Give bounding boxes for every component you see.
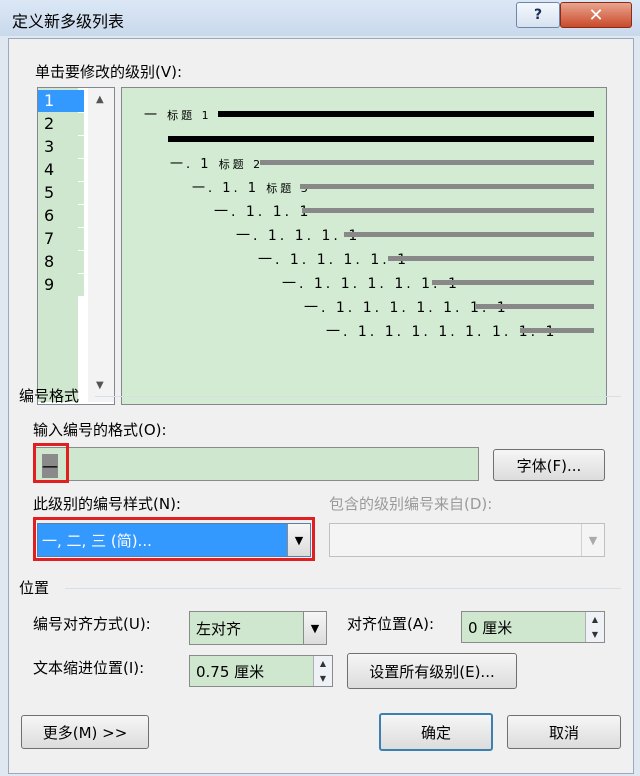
levels-label: 单击要修改的级别(V): — [35, 63, 183, 81]
level-item[interactable]: 3 — [38, 136, 84, 158]
level-item[interactable]: 8 — [38, 251, 84, 273]
preview-number: 一. 1 — [170, 157, 212, 172]
chevron-down-icon[interactable]: ▼ — [303, 612, 326, 644]
level-item[interactable]: 6 — [38, 205, 84, 227]
spin-up-icon[interactable]: ▲ — [314, 656, 332, 671]
section-divider — [65, 588, 621, 589]
preview-row-1: 一 标题 1 — [144, 104, 212, 123]
ok-button[interactable]: 确定 — [379, 713, 493, 751]
preview-row-6: 一. 1. 1. 1. 1. 1 — [258, 252, 410, 268]
dialog-title: 定义新多级列表 — [12, 12, 125, 31]
set-all-levels-button[interactable]: 设置所有级别(E)... — [347, 653, 517, 689]
level-item[interactable]: 9 — [38, 274, 84, 296]
level-item[interactable]: 5 — [38, 182, 84, 204]
align-at-value: 0 厘米 — [468, 619, 513, 637]
preview-row-2: 一. 1 标题 2 — [170, 153, 263, 172]
title-bar: 定义新多级列表 ? ✕ — [0, 0, 640, 36]
preview-bar — [300, 184, 594, 189]
preview-style: 标题 2 — [218, 158, 264, 171]
align-label: 编号对齐方式(U): — [33, 615, 151, 633]
help-button[interactable]: ? — [516, 2, 560, 28]
dialog-body: 单击要修改的级别(V): 1 2 3 4 5 6 7 8 9 ▲ ▼ 一 标题 … — [8, 38, 634, 774]
level-item[interactable]: 2 — [38, 113, 84, 135]
preview-row-3: 一. 1. 1 标题 3 — [192, 177, 311, 196]
preview-bar — [344, 232, 594, 237]
align-select[interactable]: 左对齐 ▼ — [189, 611, 327, 645]
highlight-box — [33, 517, 315, 561]
include-level-select[interactable]: ▼ — [329, 523, 605, 557]
preview-pane: 一 标题 1 一. 1 标题 2 一. 1. 1 标题 3 一. 1. 1. 1… — [121, 87, 607, 405]
section-divider — [95, 396, 621, 397]
preview-row-5: 一. 1. 1. 1. 1 — [236, 228, 361, 244]
number-format-input[interactable]: 一 — [35, 447, 479, 481]
indent-spinner[interactable]: ▲ ▼ — [313, 656, 332, 686]
preview-bar — [302, 208, 594, 213]
font-button[interactable]: 字体(F)... — [493, 449, 605, 481]
preview-bar — [520, 328, 594, 333]
align-at-input[interactable]: 0 厘米 ▲ ▼ — [461, 611, 605, 643]
levels-scrollbar[interactable]: ▲ ▼ — [88, 88, 114, 402]
preview-bar — [432, 280, 594, 285]
spin-up-icon[interactable]: ▲ — [586, 612, 604, 627]
chevron-down-icon: ▼ — [581, 524, 604, 556]
indent-label: 文本缩进位置(I): — [33, 659, 145, 677]
preview-bar — [218, 111, 594, 117]
preview-row-4: 一. 1. 1. 1 — [214, 204, 312, 220]
close-button[interactable]: ✕ — [560, 2, 632, 28]
preview-bar — [260, 160, 594, 165]
preview-bar — [168, 136, 594, 142]
highlight-box — [33, 443, 69, 483]
indent-input[interactable]: 0.75 厘米 ▲ ▼ — [189, 655, 333, 687]
cancel-button[interactable]: 取消 — [507, 715, 621, 749]
scroll-up-icon[interactable]: ▲ — [96, 94, 104, 105]
position-section-label: 位置 — [19, 579, 50, 597]
number-format-input-label: 输入编号的格式(O): — [33, 421, 167, 439]
preview-bar — [388, 256, 594, 261]
align-at-spinner[interactable]: ▲ ▼ — [585, 612, 604, 642]
preview-number: 一 — [144, 108, 161, 123]
more-button[interactable]: 更多(M) >> — [21, 715, 149, 749]
include-level-label: 包含的级别编号来自(D): — [329, 495, 493, 513]
number-style-label: 此级别的编号样式(N): — [33, 495, 181, 513]
align-value: 左对齐 — [196, 620, 242, 638]
level-item[interactable]: 7 — [38, 228, 84, 250]
scroll-down-icon[interactable]: ▼ — [96, 380, 104, 391]
preview-number: 一. 1. 1 — [192, 181, 260, 196]
indent-value: 0.75 厘米 — [196, 663, 265, 681]
preview-style: 标题 1 — [167, 109, 212, 122]
level-item[interactable]: 1 — [38, 90, 84, 112]
number-format-section-label: 编号格式 — [19, 387, 80, 405]
spin-down-icon[interactable]: ▼ — [314, 671, 332, 686]
levels-listbox[interactable]: 1 2 3 4 5 6 7 8 9 ▲ ▼ — [37, 87, 115, 405]
align-at-label: 对齐位置(A): — [347, 615, 435, 633]
spin-down-icon[interactable]: ▼ — [586, 627, 604, 642]
preview-bar — [476, 304, 594, 309]
level-item[interactable]: 4 — [38, 159, 84, 181]
